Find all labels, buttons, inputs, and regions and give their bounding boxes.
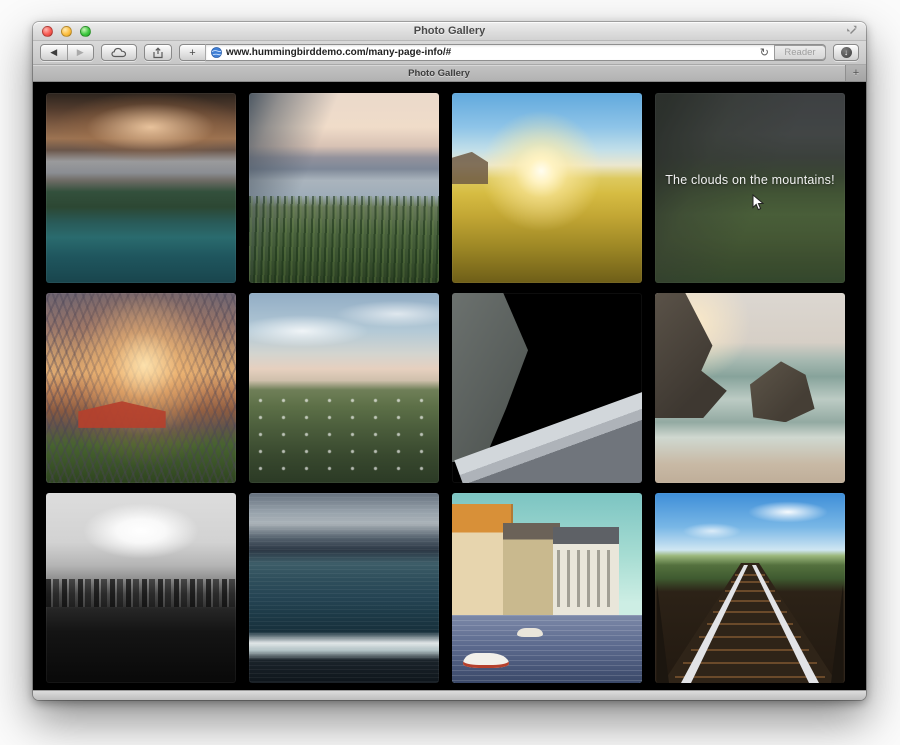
title-bar[interactable]: Photo Gallery bbox=[33, 22, 866, 41]
photo-railway-tracks[interactable] bbox=[655, 493, 845, 683]
browser-toolbar: ◀ ▶ + ↻ bbox=[33, 41, 866, 65]
photo-orchard-sunset-barn[interactable] bbox=[46, 293, 236, 483]
photo-hover-overlay bbox=[655, 93, 845, 283]
back-button[interactable]: ◀ bbox=[41, 45, 67, 60]
tab-bar: Photo Gallery + bbox=[33, 65, 866, 82]
photo-caption: The clouds on the mountains! bbox=[655, 173, 845, 187]
address-bar-group: + ↻ Reader bbox=[179, 44, 826, 61]
railway-tracks-graphic bbox=[655, 493, 845, 683]
add-bookmark-button[interactable]: + bbox=[179, 44, 205, 61]
canal-house-windows bbox=[557, 550, 616, 607]
reload-button[interactable]: ↻ bbox=[755, 46, 774, 59]
fullscreen-icon[interactable] bbox=[847, 25, 859, 37]
photo-cloudy-green-mountains[interactable]: The clouds on the mountains! bbox=[655, 93, 845, 283]
share-icon bbox=[152, 47, 164, 59]
cloud-icon bbox=[111, 47, 127, 58]
globe-favicon-icon bbox=[211, 47, 222, 58]
canal-water bbox=[452, 615, 642, 683]
new-tab-button[interactable]: + bbox=[846, 65, 866, 81]
browser-window: Photo Gallery ◀ ▶ + bbox=[33, 22, 866, 700]
address-field[interactable]: ↻ Reader bbox=[205, 44, 826, 61]
photo-wildflower-meadow[interactable] bbox=[249, 293, 439, 483]
downloads-button[interactable]: ↓ bbox=[833, 44, 859, 61]
window-title: Photo Gallery bbox=[33, 25, 866, 37]
photo-gallery-page: The clouds on the mountains! bbox=[33, 82, 866, 690]
canal-boat-large bbox=[463, 653, 509, 668]
photo-canal-houses-boats[interactable] bbox=[452, 493, 642, 683]
download-icon: ↓ bbox=[841, 47, 852, 58]
window-controls bbox=[42, 26, 91, 37]
photo-ocean-sea-stacks[interactable] bbox=[655, 293, 845, 483]
reader-button[interactable]: Reader bbox=[774, 45, 826, 60]
photo-mountain-road[interactable] bbox=[452, 293, 642, 483]
window-bottom-bar bbox=[33, 690, 866, 700]
photo-bw-city-aerial[interactable] bbox=[46, 493, 236, 683]
minimize-window-button[interactable] bbox=[61, 26, 72, 37]
photo-dark-stormy-sea[interactable] bbox=[249, 493, 439, 683]
history-nav-control: ◀ ▶ bbox=[40, 44, 94, 61]
tab-photo-gallery[interactable]: Photo Gallery bbox=[33, 65, 846, 81]
canal-boat-small bbox=[517, 628, 544, 638]
mouse-cursor-icon bbox=[752, 194, 764, 211]
photo-misty-lake-sunset[interactable] bbox=[249, 93, 439, 283]
icloud-tabs-button[interactable] bbox=[101, 44, 137, 61]
tab-label: Photo Gallery bbox=[408, 68, 470, 79]
close-window-button[interactable] bbox=[42, 26, 53, 37]
photo-sunny-golden-field[interactable] bbox=[452, 93, 642, 283]
zoom-window-button[interactable] bbox=[80, 26, 91, 37]
share-button[interactable] bbox=[144, 44, 172, 61]
photo-stormy-mountain-lake[interactable] bbox=[46, 93, 236, 283]
url-input[interactable] bbox=[226, 45, 755, 60]
forward-button[interactable]: ▶ bbox=[68, 45, 94, 60]
